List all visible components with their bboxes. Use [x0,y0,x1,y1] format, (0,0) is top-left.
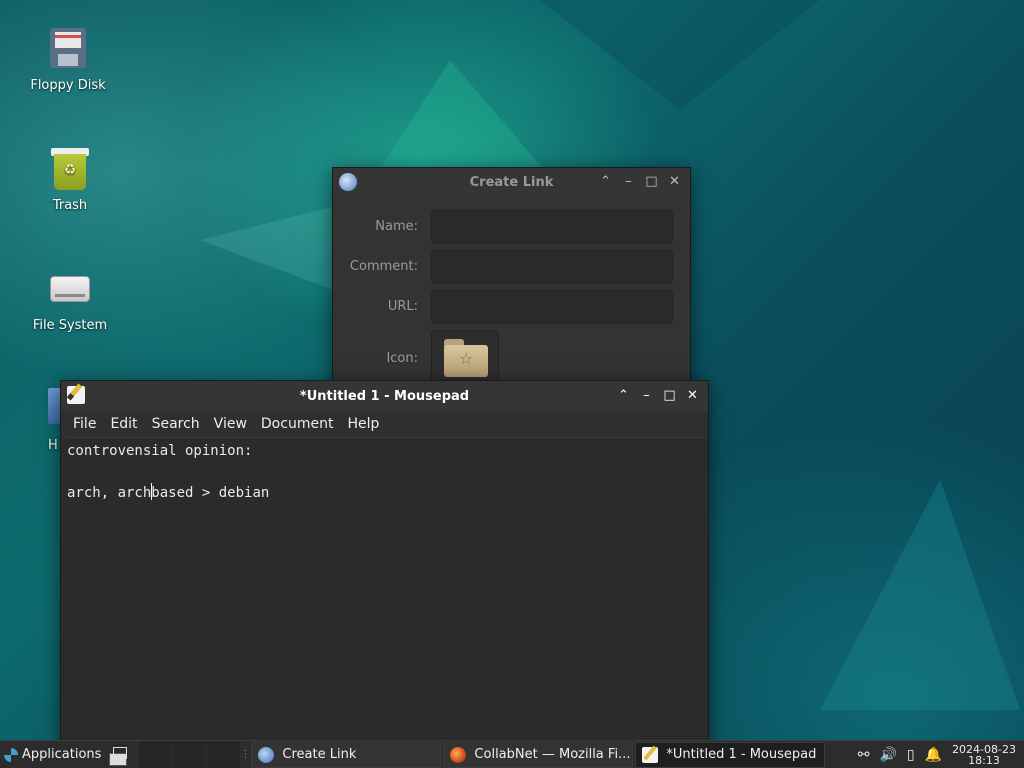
show-desktop-icon[interactable] [107,745,128,766]
battery-icon[interactable]: ▯ [907,747,915,763]
volume-icon[interactable]: 🔊 [879,747,896,763]
desktop-icon-label: Floppy Disk [30,78,106,93]
floppy-disk-icon [44,24,92,72]
desktop-icon-file-system[interactable]: File System [22,264,118,333]
workspace-3[interactable] [207,741,242,768]
hard-drive-icon [46,264,94,312]
editor-line: ​ [67,462,702,483]
minimize-icon[interactable]: – [619,172,638,191]
maximize-icon[interactable]: □ [642,172,661,191]
menu-file[interactable]: File [67,416,102,432]
icon-label: Icon: [386,351,418,366]
workspace-2[interactable] [173,741,208,768]
taskbar-item-mousepad[interactable]: *Untitled 1 - Mousepad [635,741,826,768]
taskbar-item-create-link[interactable]: Create Link [251,741,442,768]
taskbar-item-label: CollabNet — Mozilla Fi... [474,747,631,762]
menu-search[interactable]: Search [146,416,206,432]
desktop-icon-label: Trash [52,198,88,213]
icon-picker-button[interactable]: ☆ [431,330,499,384]
minimize-icon[interactable]: – [637,386,656,405]
url-field[interactable] [431,290,673,324]
taskbar-item-label: *Untitled 1 - Mousepad [666,747,817,762]
clock[interactable]: 2024-08-23 18:13 [952,744,1016,766]
mousepad-window: *Untitled 1 - Mousepad ⌃ – □ ✕ File Edit… [60,380,709,750]
system-tray: ⚯ 🔊 ▯ 🔔 2024-08-23 18:13 [858,744,1024,766]
taskbar-item-label: Create Link [282,747,357,762]
menu-document[interactable]: Document [255,416,340,432]
desktop-icon-label-partial: H [48,438,58,453]
xfce-logo-icon [4,747,18,762]
menubar: File Edit Search View Document Help [61,411,708,437]
workspace-switcher [139,741,242,768]
text-editor-area[interactable]: controvensial opinion:​arch, archbased >… [65,437,704,749]
panel-separator-handle[interactable]: ⋮ [240,741,250,768]
menu-edit[interactable]: Edit [104,416,143,432]
comment-field[interactable] [431,250,673,284]
desktop-icon-label: File System [32,318,108,333]
close-icon[interactable]: ✕ [683,386,702,405]
workspace-1[interactable] [139,741,174,768]
menu-view[interactable]: View [208,416,253,432]
window-title: *Untitled 1 - Mousepad [299,388,470,404]
folder-star-icon: ☆ [444,339,488,377]
menu-help[interactable]: Help [341,416,385,432]
editor-line: arch, archbased > debian [67,483,702,504]
name-label: Name: [375,219,418,234]
applications-label: Applications [22,747,102,762]
comment-label: Comment: [349,259,418,274]
name-field[interactable] [431,210,673,244]
shade-icon[interactable]: ⌃ [614,386,633,405]
mousepad-icon [642,746,659,763]
link-icon [258,746,275,763]
create-link-titlebar[interactable]: Create Link ⌃ – □ ✕ [333,168,690,196]
editor-line: controvensial opinion: [67,443,253,459]
firefox-icon [450,746,467,763]
taskbar-item-firefox[interactable]: CollabNet — Mozilla Fi... [443,741,634,768]
clock-time: 18:13 [968,753,1000,767]
url-label: URL: [387,299,418,314]
network-icon[interactable]: ⚯ [858,747,870,763]
applications-menu-button[interactable]: Applications [0,741,105,768]
notification-bell-icon[interactable]: 🔔 [925,747,942,763]
desktop-icon-floppy-disk[interactable]: Floppy Disk [20,24,116,93]
maximize-icon[interactable]: □ [660,386,679,405]
clock-date: 2024-08-23 [952,742,1016,756]
close-icon[interactable]: ✕ [665,172,684,191]
shade-icon[interactable]: ⌃ [596,172,615,191]
create-link-dialog: Create Link ⌃ – □ ✕ Name: Comment: URL: … [332,167,691,387]
taskbar: Applications ⋮ Create Link CollabNet — M… [0,740,1024,768]
editor-text-before-caret: arch, arch [67,485,152,501]
desktop-icon-trash[interactable]: ♻ Trash [22,144,118,213]
mousepad-titlebar[interactable]: *Untitled 1 - Mousepad ⌃ – □ ✕ [61,381,708,411]
trash-icon: ♻ [46,144,94,192]
editor-text-after-caret: based > debian [151,485,270,501]
